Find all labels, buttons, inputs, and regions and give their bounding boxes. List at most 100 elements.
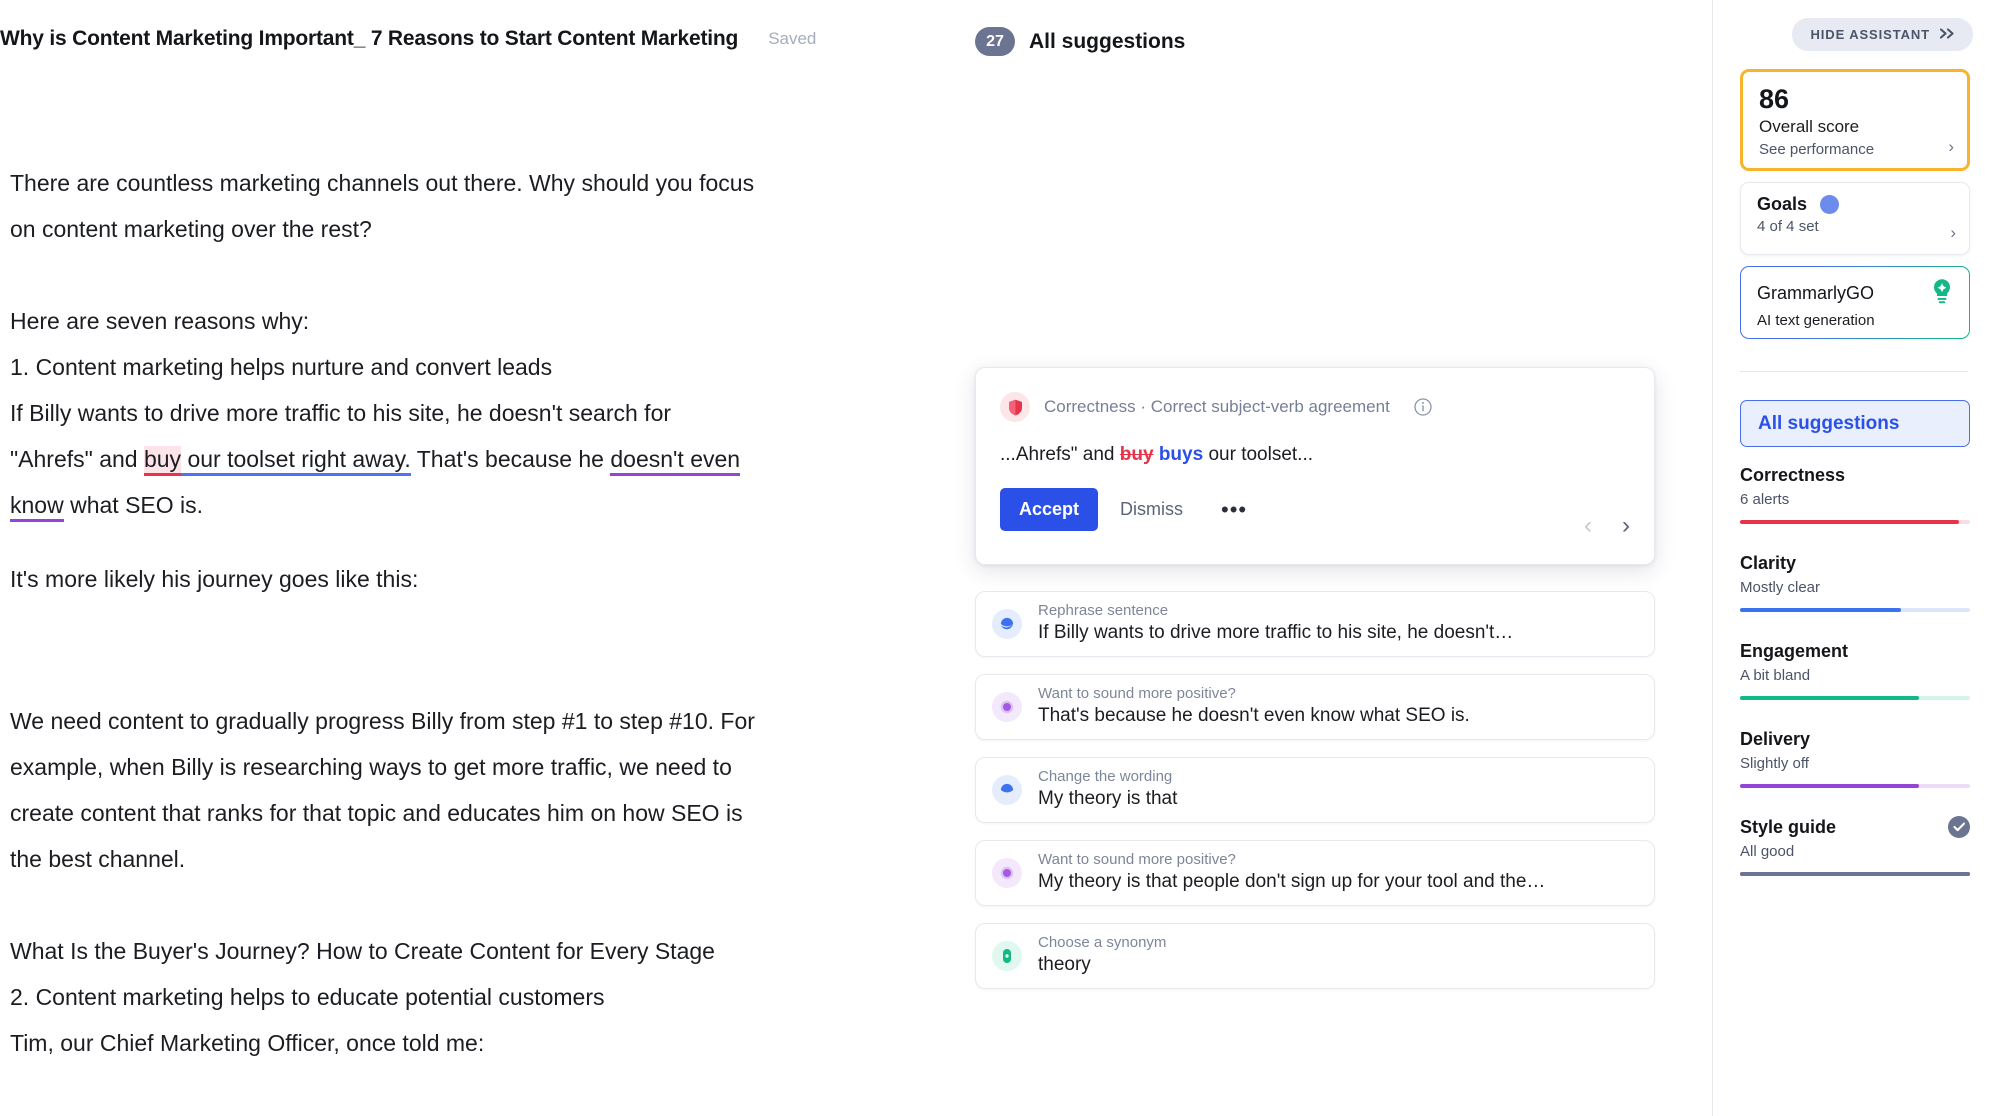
text-line: 1. Content marketing helps nurture and c… [10,354,553,380]
metric-engagement[interactable]: Engagement A bit bland [1740,638,1970,700]
shield-icon [1000,392,1030,422]
see-performance-link[interactable]: See performance [1759,139,1951,161]
text-line: on content marketing over the rest? [10,216,372,242]
page-title: Why is Content Marketing Important_ 7 Re… [0,27,739,50]
metric-bar-fill [1740,520,1959,524]
correctness-error-highlight[interactable]: buy [143,446,182,476]
metric-bar-track [1740,520,1970,524]
delivery-underline-span[interactable]: doesn't even [610,446,741,476]
more-options-button[interactable]: ••• [1205,493,1263,527]
all-suggestions-filter-pill[interactable]: All suggestions [1740,400,1970,447]
metric-title: Engagement [1740,641,1849,661]
goals-subtitle: 4 of 4 set [1757,218,1819,235]
metric-title: Clarity [1740,553,1797,573]
metric-clarity[interactable]: Clarity Mostly clear [1740,550,1970,612]
list-item[interactable]: Want to sound more positive? My theory i… [975,840,1655,906]
save-status: Saved [768,29,817,48]
grammarly-go-title-row: GrammarlyGO [1757,278,1953,309]
metric-title: Correctness [1740,465,1846,485]
goals-card[interactable]: Goals 4 of 4 set › [1740,182,1970,255]
metric-title: Delivery [1740,729,1811,749]
text-line: We need content to gradually progress Bi… [10,708,755,734]
chevron-right-icon[interactable]: › [1614,508,1638,544]
text-line: There are countless marketing channels o… [10,170,755,196]
hide-assistant-button[interactable]: HIDE ASSISTANT [1791,18,1973,51]
metric-subtitle: Mostly clear [1740,579,1821,596]
document-body[interactable]: There are countless marketing channels o… [10,160,890,1066]
assistant-sidebar: HIDE ASSISTANT 86 Overall score See perf… [1713,0,1999,1116]
dismiss-button[interactable]: Dismiss [1104,488,1199,531]
overall-score-label: Overall score [1759,117,1860,136]
metric-bar-fill [1740,608,1901,612]
metric-bar-track [1740,784,1970,788]
metric-title-row: Engagement [1740,638,1970,664]
card-navigation: ‹ › [1576,508,1638,544]
metric-bar-track [1740,608,1970,612]
text-line: 2. Content marketing helps to educate po… [10,984,605,1010]
icon-wrap [976,692,1038,722]
icon-wrap [976,941,1038,971]
info-icon[interactable] [1414,398,1432,416]
icon-wrap [976,609,1038,639]
active-card-actions: Accept Dismiss ••• [976,466,1654,531]
metric-bar-track [1740,696,1970,700]
text-line: create content that ranks for that topic… [10,800,743,826]
active-suggestion-card[interactable]: Correctness · Correct subject-verb agree… [975,367,1655,565]
list-item[interactable]: Rephrase sentence If Billy wants to driv… [975,591,1655,657]
metric-subtitle: 6 alerts [1740,491,1790,508]
engagement-dot-icon [992,858,1022,888]
list-item-text: Want to sound more positive? My theory i… [1038,851,1654,895]
metric-bar-fill [1740,784,1920,788]
suggestions-column: 27 All suggestions Correctness · Correct… [975,0,1675,1116]
metric-title-row: Correctness [1740,462,1970,488]
metric-bar-track [1740,872,1970,876]
text-line: Here are seven reasons why: [10,308,310,334]
text-fragment: That's because he [410,446,611,472]
list-item-content: My theory is that people don't sign up f… [1038,871,1546,892]
sidebar-separator [1740,371,1968,372]
check-badge-icon [1948,816,1970,838]
metric-bar-fill [1740,872,1970,876]
grammarly-go-card[interactable]: GrammarlyGO AI text generation [1740,266,1970,339]
list-item-text: Rephrase sentence If Billy wants to driv… [1038,602,1654,646]
metric-style-guide[interactable]: Style guide All good [1740,814,1970,876]
overall-score-card[interactable]: 86 Overall score See performance › [1740,69,1970,171]
accept-button[interactable]: Accept [1000,488,1099,531]
paragraph: Here are seven reasons why: 1. Content m… [10,298,890,528]
active-card-preview: ...Ahrefs" and buy buys our toolset... [976,422,1654,466]
chevron-right-icon: › [1948,137,1954,156]
document-header: Why is Content Marketing Important_ 7 Re… [0,18,900,60]
grammarly-go-inner: GrammarlyGO AI text generation [1741,267,1969,338]
chevron-left-icon[interactable]: ‹ [1576,508,1600,544]
list-item[interactable]: Want to sound more positive? That's beca… [975,674,1655,740]
suggestion-list: Rephrase sentence If Billy wants to driv… [975,591,1655,1006]
metric-correctness[interactable]: Correctness 6 alerts [1740,462,1970,524]
metric-title-row: Style guide [1740,814,1970,840]
delivery-underline-span[interactable]: know [10,492,64,522]
icon-wrap [976,858,1038,888]
metric-delivery[interactable]: Delivery Slightly off [1740,726,1970,788]
paragraph: What Is the Buyer's Journey? How to Crea… [10,928,890,1066]
metric-bar-fill [1740,696,1920,700]
metric-subtitle: All good [1740,843,1795,860]
list-item[interactable]: Change the wording My theory is that [975,757,1655,823]
clarity-moon-icon [992,775,1022,805]
goals-title: Goals [1757,194,1808,214]
clarity-underline-span[interactable]: our toolset right away. [181,446,411,476]
vocabulary-pill-icon [992,941,1022,971]
suggestion-count-badge: 27 [975,27,1015,56]
suggestions-header-label: All suggestions [1029,29,1186,53]
paragraph: There are countless marketing channels o… [10,160,890,252]
hide-assistant-label: HIDE ASSISTANT [1810,27,1930,42]
goals-title-row: Goals [1757,194,1953,215]
grammarly-go-subtitle: AI text generation [1757,312,1875,329]
metric-title: Style guide [1740,817,1837,837]
metric-subtitle: A bit bland [1740,667,1811,684]
lightbulb-icon [1931,278,1953,309]
list-item-category: Choose a synonym [1038,934,1167,951]
list-item[interactable]: Choose a synonym theory [975,923,1655,989]
text-fragment: "Ahrefs" and [10,446,144,472]
metrics-list: Correctness 6 alerts Clarity Mostly clea… [1740,462,1970,902]
